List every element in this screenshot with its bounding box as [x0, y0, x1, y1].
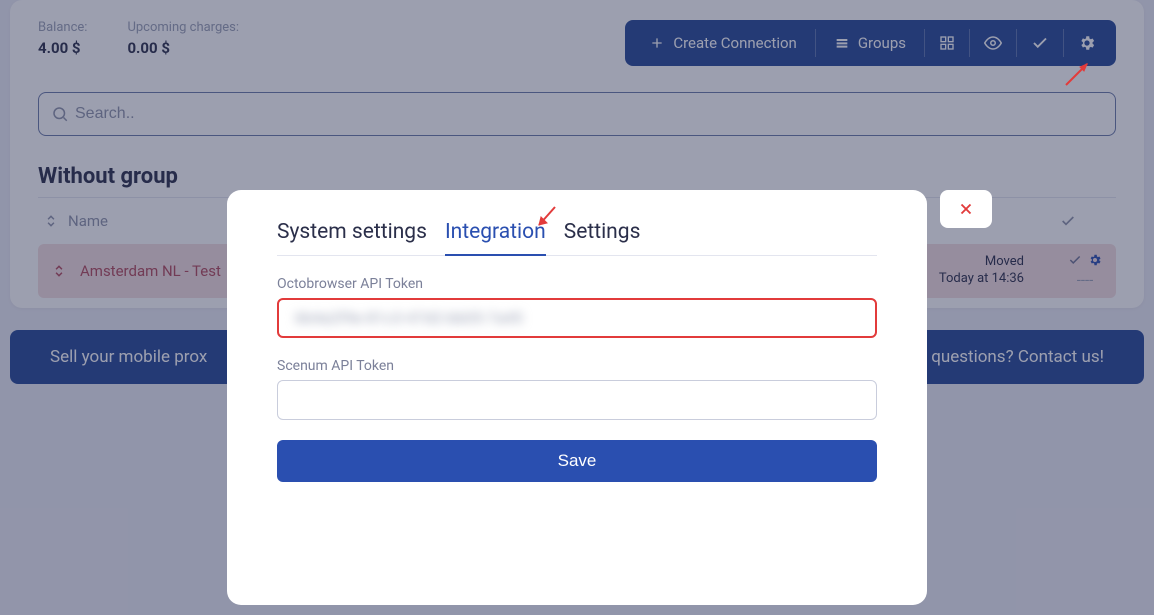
scenum-token-label: Scenum API Token [277, 358, 877, 374]
octo-token-value: 6b4a2f9e-81c3-47d2-bb05-7a45 [291, 309, 523, 327]
close-icon [957, 200, 975, 218]
close-modal-button[interactable] [940, 190, 992, 228]
tab-settings[interactable]: Settings [564, 220, 641, 255]
settings-modal: System settings Integration Settings Oct… [227, 190, 927, 605]
scenum-token-input[interactable] [277, 380, 877, 420]
modal-tabs: System settings Integration Settings [277, 220, 877, 256]
tab-integration[interactable]: Integration [445, 220, 546, 256]
save-button[interactable]: Save [277, 440, 877, 482]
octo-token-label: Octobrowser API Token [277, 276, 877, 292]
octo-token-input[interactable]: 6b4a2f9e-81c3-47d2-bb05-7a45 [277, 298, 877, 338]
tab-system-settings[interactable]: System settings [277, 220, 427, 255]
